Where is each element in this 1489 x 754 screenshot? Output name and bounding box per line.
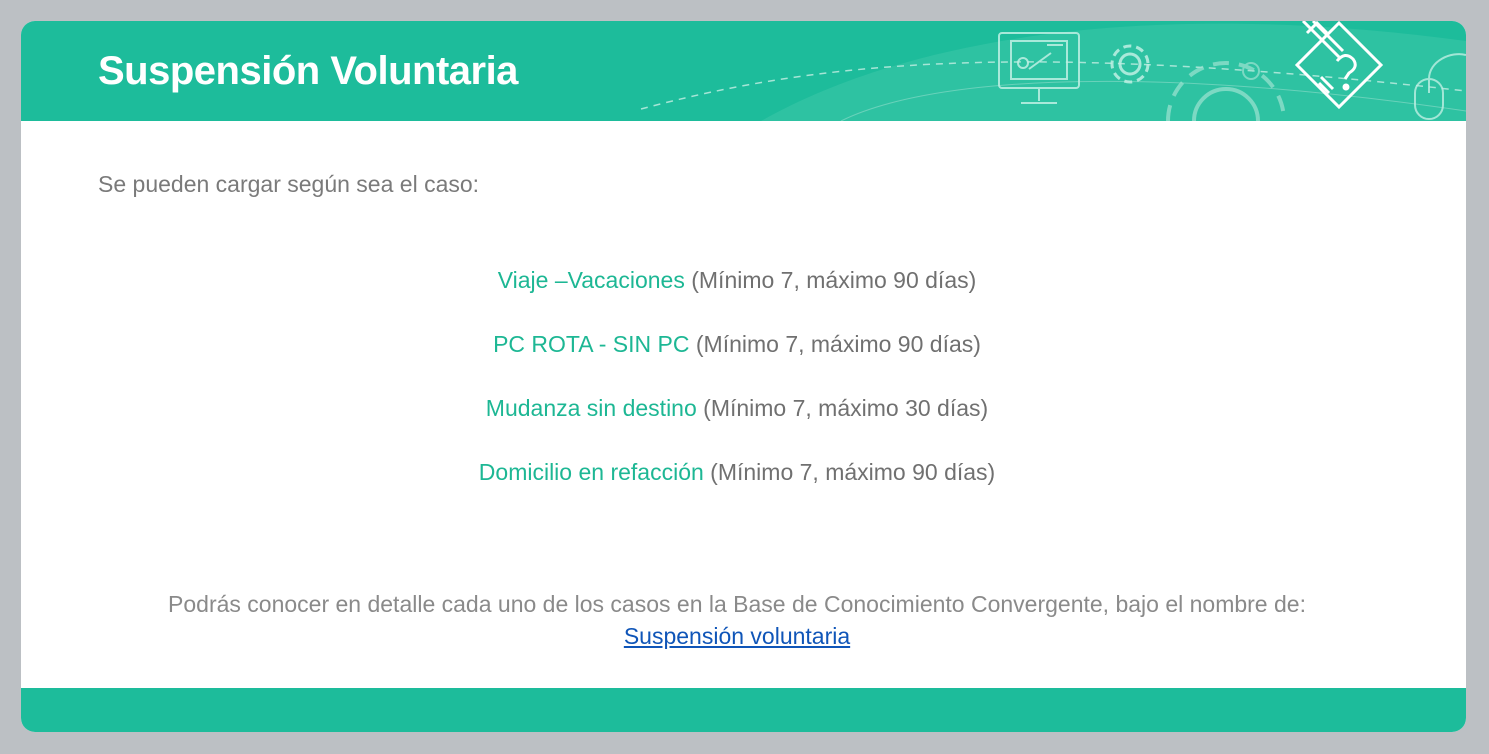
- case-range: (Mínimo 7, máximo 90 días): [710, 459, 996, 485]
- info-card: Suspensión Voluntaria Se pueden cargar s…: [21, 21, 1466, 732]
- list-item: PC ROTA - SIN PC (Mínimo 7, máximo 90 dí…: [21, 329, 1453, 393]
- case-range: (Mínimo 7, máximo 90 días): [691, 267, 977, 293]
- case-range: (Mínimo 7, máximo 90 días): [695, 331, 981, 357]
- list-item: Mudanza sin destino (Mínimo 7, máximo 30…: [21, 393, 1453, 457]
- list-item: Viaje –Vacaciones (Mínimo 7, máximo 90 d…: [21, 265, 1453, 329]
- intro-text: Se pueden cargar según sea el caso:: [98, 171, 480, 197]
- case-name: Domicilio en refacción: [478, 459, 704, 485]
- footnote: Podrás conocer en detalle cada uno de lo…: [121, 588, 1353, 652]
- case-name: Mudanza sin destino: [485, 395, 697, 421]
- case-name: PC ROTA - SIN PC: [493, 331, 690, 357]
- case-range: (Mínimo 7, máximo 30 días): [703, 395, 989, 421]
- case-name: Viaje –Vacaciones: [497, 267, 685, 293]
- footnote-text: Podrás conocer en detalle cada uno de lo…: [168, 591, 1306, 617]
- footer-bar: [21, 688, 1466, 732]
- page-title: Suspensión Voluntaria: [98, 49, 518, 93]
- list-item: Domicilio en refacción (Mínimo 7, máximo…: [21, 457, 1453, 521]
- header-banner: Suspensión Voluntaria: [21, 21, 1466, 121]
- case-list: Viaje –Vacaciones (Mínimo 7, máximo 90 d…: [21, 265, 1453, 521]
- knowledge-base-link[interactable]: Suspensión voluntaria: [624, 623, 850, 649]
